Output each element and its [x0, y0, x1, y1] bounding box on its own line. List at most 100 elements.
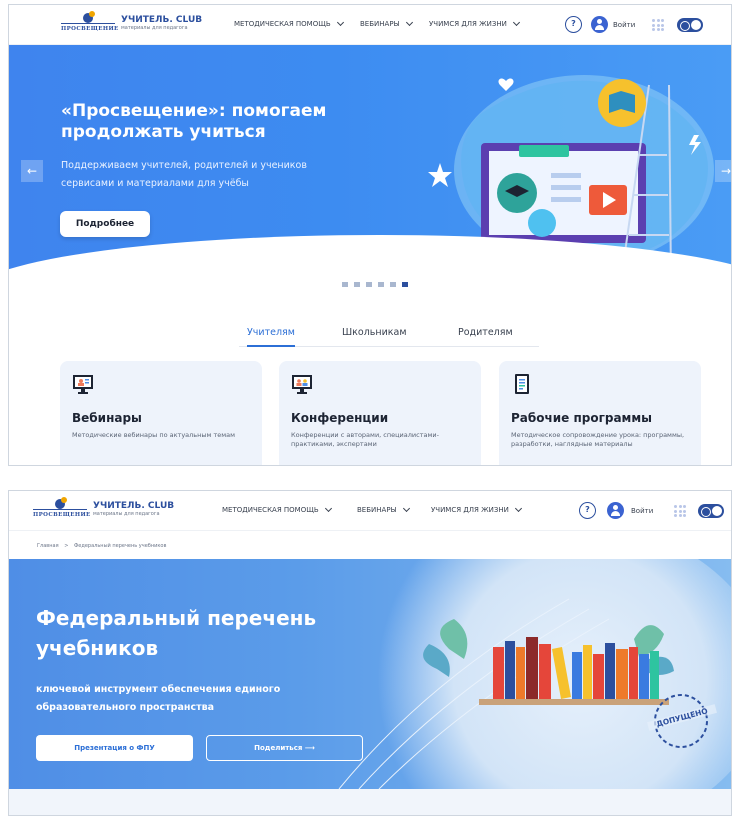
- nav-label: УЧИМСЯ ДЛЯ ЖИЗНИ: [431, 506, 509, 514]
- nav-webinars[interactable]: ВЕБИНАРЫ: [357, 504, 410, 514]
- apps-grid-icon[interactable]: [674, 505, 686, 517]
- brand-subtitle: материалы для педагога: [93, 511, 160, 517]
- card-description: Методические вебинары по актуальным тема…: [72, 431, 236, 439]
- tab-teachers[interactable]: Учителям: [247, 327, 295, 347]
- hero-subtitle: Поддерживаем учителей, родителей и учени…: [61, 160, 307, 189]
- breadcrumb-current: Федеральный перечень учебников: [74, 543, 167, 549]
- fpu-presentation-button[interactable]: Презентация о ФПУ: [36, 735, 193, 761]
- logo-word: ПРОСВЕЩЕНИЕ: [61, 26, 119, 32]
- brand-title: УЧИТЕЛЬ. CLUB: [121, 15, 203, 25]
- book: [629, 647, 638, 699]
- card-conferences[interactable]: Конференции Конференции с авторами, спец…: [279, 361, 481, 465]
- chevron-down-icon: [514, 504, 522, 513]
- slider-next-arrow-icon[interactable]: →: [715, 160, 731, 182]
- fpu-title: Федеральный перечень учебников: [36, 606, 317, 660]
- chevron-down-icon: [512, 18, 520, 27]
- nav-label: МЕТОДИЧЕСКАЯ ПОМОЩЬ: [222, 506, 319, 514]
- leaf-right: [634, 625, 664, 657]
- logo-line: [33, 509, 87, 510]
- logo-line: [61, 23, 115, 24]
- screenshot-bottom: ПРОСВЕЩЕНИЕ УЧИТЕЛЬ. CLUB материалы для …: [8, 490, 732, 816]
- logo-word: ПРОСВЕЩЕНИЕ: [33, 512, 91, 518]
- nav-webinars[interactable]: ВЕБИНАРЫ: [360, 18, 413, 28]
- card-description: Методическое сопровождение урока: програ…: [511, 431, 685, 448]
- screenshot-top: ПРОСВЕЩЕНИЕ УЧИТЕЛЬ. CLUB материалы для …: [8, 4, 732, 466]
- book: [516, 647, 525, 699]
- breadcrumb-separator: >: [64, 543, 69, 549]
- prosveshchenie-logo[interactable]: ПРОСВЕЩЕНИЕ: [61, 11, 118, 37]
- leaf-left: [440, 619, 468, 659]
- theme-toggle-icon[interactable]: [677, 18, 703, 32]
- fpu-subtitle: ключевой инструмент обеспечения единого …: [36, 684, 281, 713]
- hero-title: «Просвещение»: помогаем продолжать учить…: [61, 101, 327, 142]
- book: [539, 644, 551, 699]
- chevron-down-icon: [405, 18, 413, 27]
- deco-circle: [528, 209, 556, 237]
- content-area: [9, 789, 731, 815]
- brand[interactable]: УЧИТЕЛЬ. CLUB материалы для педагога: [121, 15, 211, 32]
- slider-dot[interactable]: [366, 282, 372, 287]
- login-link[interactable]: Войти: [631, 507, 653, 515]
- chevron-down-icon: [336, 18, 344, 27]
- nav-label: ВЕБИНАРЫ: [357, 506, 397, 514]
- slider-dot-active[interactable]: [402, 282, 408, 287]
- conference-icon: [292, 375, 312, 394]
- nav-methodical-help[interactable]: МЕТОДИЧЕСКАЯ ПОМОЩЬ: [234, 18, 344, 28]
- book: [616, 649, 628, 699]
- brand[interactable]: УЧИТЕЛЬ. CLUB материалы для педагога: [93, 501, 183, 518]
- book: [639, 654, 649, 699]
- nav-methodical-help[interactable]: МЕТОДИЧЕСКАЯ ПОМОЩЬ: [222, 504, 332, 514]
- apps-grid-icon[interactable]: [652, 19, 664, 31]
- help-icon[interactable]: ?: [565, 16, 582, 33]
- audience-tabs: Учителям Школьникам Родителям: [239, 327, 539, 347]
- logo-mark-icon: [55, 497, 67, 509]
- tab-parents[interactable]: Родителям: [458, 327, 513, 338]
- slider-dot[interactable]: [342, 282, 348, 287]
- login-link[interactable]: Войти: [613, 21, 635, 29]
- slider-dot[interactable]: [378, 282, 384, 287]
- card-description: Конференции с авторами, специалистами-пр…: [291, 431, 439, 448]
- theme-toggle-icon[interactable]: [698, 504, 724, 518]
- tab-students[interactable]: Школьникам: [342, 327, 407, 338]
- site-header: ПРОСВЕЩЕНИЕ УЧИТЕЛЬ. CLUB материалы для …: [9, 5, 731, 45]
- help-icon[interactable]: ?: [579, 502, 596, 519]
- more-button[interactable]: Подробнее: [60, 211, 150, 237]
- shelf: [479, 699, 669, 705]
- nav-label: ВЕБИНАРЫ: [360, 20, 400, 28]
- nav-label: УЧИМСЯ ДЛЯ ЖИЗНИ: [429, 20, 507, 28]
- slider-dot[interactable]: [354, 282, 360, 287]
- card-webinars[interactable]: Вебинары Методические вебинары по актуал…: [60, 361, 262, 465]
- program-doc-icon: [515, 374, 529, 394]
- logo-mark-icon: [83, 11, 95, 23]
- nav-learning-for-life[interactable]: УЧИМСЯ ДЛЯ ЖИЗНИ: [431, 504, 522, 514]
- card-work-programs[interactable]: Рабочие программы Методическое сопровожд…: [499, 361, 701, 465]
- prosveshchenie-logo[interactable]: ПРОСВЕЩЕНИЕ: [33, 497, 90, 523]
- nav-learning-for-life[interactable]: УЧИМСЯ ДЛЯ ЖИЗНИ: [429, 18, 520, 28]
- book: [552, 647, 571, 699]
- card-title: Вебинары: [72, 411, 142, 425]
- user-icon[interactable]: [607, 502, 624, 519]
- share-button[interactable]: Поделиться ⟶: [206, 735, 363, 761]
- book: [593, 654, 604, 699]
- book: [605, 643, 615, 699]
- board-tab: [519, 145, 569, 157]
- book: [650, 651, 659, 699]
- brand-title: УЧИТЕЛЬ. CLUB: [93, 501, 175, 511]
- book: [505, 641, 515, 699]
- book: [493, 647, 504, 699]
- site-header: ПРОСВЕЩЕНИЕ УЧИТЕЛЬ. CLUB материалы для …: [9, 491, 731, 531]
- webinar-icon: [73, 375, 93, 394]
- book: [526, 637, 538, 699]
- card-title: Конференции: [291, 411, 389, 425]
- hero-banner: «Просвещение»: помогаем продолжать учить…: [9, 45, 731, 283]
- chevron-down-icon: [402, 504, 410, 513]
- slider-dot[interactable]: [390, 282, 396, 287]
- breadcrumb-home[interactable]: Главная: [37, 543, 59, 549]
- slider-dots: [342, 282, 408, 287]
- card-title: Рабочие программы: [511, 411, 653, 425]
- heart-icon: [498, 78, 514, 91]
- user-icon[interactable]: [591, 16, 608, 33]
- chevron-down-icon: [324, 504, 332, 513]
- slider-prev-arrow-icon[interactable]: ←: [21, 160, 43, 182]
- breadcrumb: Главная > Федеральный перечень учебников: [37, 543, 166, 549]
